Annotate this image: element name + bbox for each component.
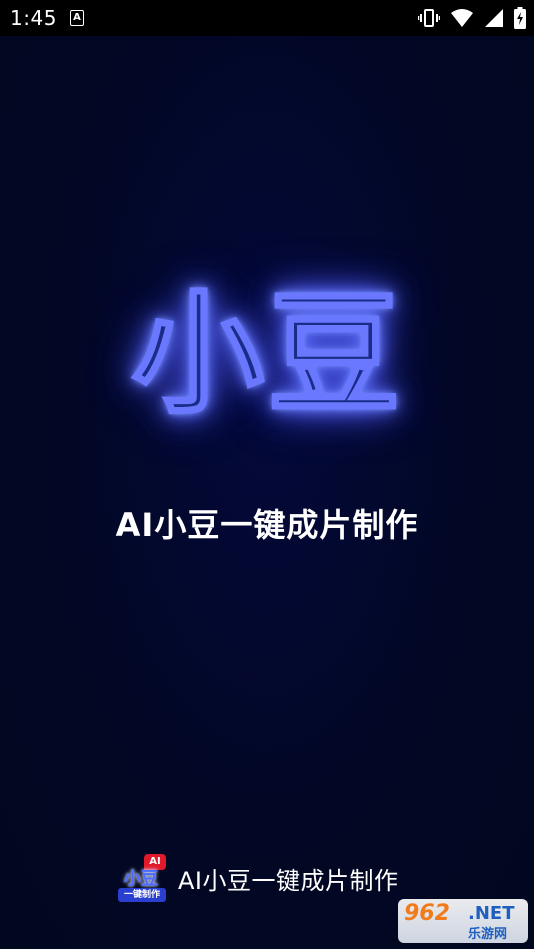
app-icon-title: 小豆 [124, 869, 158, 889]
wifi-icon [451, 9, 473, 27]
app-icon: AI 小豆 一键制作 [118, 854, 166, 902]
cell-signal-icon [485, 9, 503, 27]
status-icons [418, 6, 526, 30]
watermark-net: .NET [468, 903, 515, 924]
splash-tagline: AI小豆一键成片制作 [115, 506, 419, 544]
footer-app-name: AI小豆一键成片制作 [178, 866, 399, 895]
app-icon-strip: 一键制作 [118, 888, 166, 902]
watermark-site-name: 乐游网 [468, 927, 508, 942]
vibrate-icon [418, 9, 440, 27]
battery-charging-icon [514, 7, 526, 29]
watermark-logo: 962 .NET 乐游网 [398, 899, 528, 943]
app-logo: 小豆 [118, 270, 418, 440]
status-time: 1:45 [10, 6, 57, 30]
accessibility-a-icon: A [70, 10, 84, 26]
logo-text: 小豆 [131, 278, 404, 432]
status-bar: 1:45 A [0, 0, 534, 36]
footer-brand: AI 小豆 一键制作 AI小豆一键成片制作 [118, 853, 399, 903]
watermark-number: 962 [404, 901, 450, 926]
splash-screen [0, 36, 534, 949]
